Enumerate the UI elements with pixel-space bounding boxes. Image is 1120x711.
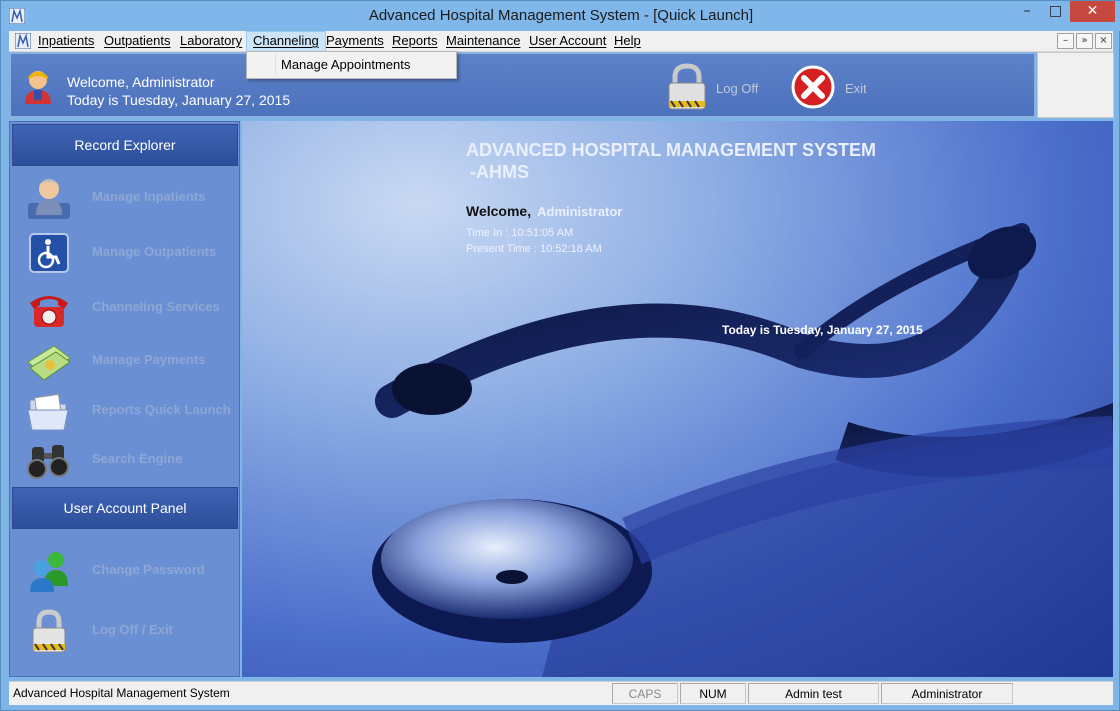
- sidebar-item-search-engine[interactable]: Search Engine: [22, 435, 238, 485]
- sidebar-item-manage-inpatients[interactable]: Manage Inpatients: [22, 173, 238, 223]
- header-date-text: Today is Tuesday, January 27, 2015: [67, 92, 291, 108]
- menu-help[interactable]: Help: [608, 31, 647, 52]
- sidebar-item-reports-quick-launch[interactable]: Reports Quick Launch: [22, 386, 238, 436]
- sidebar-item-channeling-services[interactable]: Channeling Services: [22, 283, 238, 333]
- sidebar-item-label: Manage Payments: [92, 352, 206, 367]
- sidebar-item-label: Channeling Services: [92, 299, 220, 314]
- main-date-text: Today is Tuesday, January 27, 2015: [722, 323, 923, 337]
- sidebar-item-label: Change Password: [92, 562, 205, 577]
- folder-icon: [27, 393, 69, 431]
- menu-laboratory[interactable]: Laboratory: [174, 31, 248, 52]
- sidebar: Record Explorer Manage Inpatients Manage…: [9, 121, 240, 677]
- binoculars-icon: [27, 445, 69, 479]
- status-app-name: Advanced Hospital Management System: [13, 686, 230, 700]
- menu-outpatients[interactable]: Outpatients: [98, 31, 177, 52]
- status-caps: CAPS: [612, 683, 678, 704]
- status-bar: Advanced Hospital Management System CAPS…: [9, 681, 1113, 705]
- header-side-panel: [1037, 52, 1114, 118]
- sidebar-item-label: Search Engine: [92, 451, 183, 466]
- administrator-avatar-icon: [25, 71, 51, 104]
- window-title: Advanced Hospital Management System - [Q…: [368, 7, 754, 24]
- menu-payments[interactable]: Payments: [320, 31, 390, 52]
- sidebar-item-label: Log Off / Exit: [92, 622, 173, 637]
- mdi-restore-button[interactable]: »: [1076, 33, 1093, 49]
- lock-icon: [32, 609, 66, 653]
- sidebar-item-manage-outpatients[interactable]: Manage Outpatients: [22, 228, 238, 278]
- header-exit-button[interactable]: Exit: [845, 81, 867, 96]
- header-logoff-button[interactable]: Log Off: [716, 81, 758, 96]
- channeling-dropdown: Manage Appointments: [246, 51, 457, 79]
- lock-icon[interactable]: [665, 63, 709, 111]
- sidebar-item-label: Manage Inpatients: [92, 189, 206, 204]
- user-account-panel-header: User Account Panel: [12, 487, 238, 529]
- app-main-title-line1: ADVANCED HOSPITAL MANAGEMENT SYSTEM: [466, 140, 877, 160]
- wheelchair-icon: [29, 233, 69, 273]
- sidebar-item-log-off-exit[interactable]: Log Off / Exit: [22, 606, 238, 656]
- main-welcome: Welcome, Administrator: [466, 203, 622, 219]
- menu-reports[interactable]: Reports: [386, 31, 444, 52]
- header-welcome-text: Welcome, Administrator: [67, 74, 215, 90]
- mdi-close-button[interactable]: ×: [1095, 33, 1112, 49]
- sidebar-item-label: Manage Outpatients: [92, 244, 217, 259]
- main-content: ADVANCED HOSPITAL MANAGEMENT SYSTEM -AHM…: [242, 121, 1113, 677]
- app-main-title-line2: -AHMS: [470, 162, 529, 182]
- telephone-icon: [30, 296, 68, 327]
- menu-maintenance[interactable]: Maintenance: [440, 31, 526, 52]
- stethoscope-background-image: [372, 223, 1113, 677]
- mdi-minimize-button[interactable]: –: [1057, 33, 1074, 49]
- minimize-button[interactable]: –: [1012, 1, 1042, 22]
- sidebar-item-manage-payments[interactable]: Manage Payments: [22, 336, 238, 386]
- status-user: Admin test: [748, 683, 879, 704]
- menu-channeling[interactable]: Channeling: [246, 31, 326, 52]
- menu-bar: Inpatients Outpatients Laboratory Channe…: [9, 31, 1113, 52]
- menu-user-account[interactable]: User Account: [523, 31, 612, 52]
- money-icon: [27, 345, 71, 381]
- app-main-title: ADVANCED HOSPITAL MANAGEMENT SYSTEM -AHM…: [466, 139, 876, 183]
- main-welcome-label: Welcome,: [466, 203, 532, 219]
- menu-item-manage-appointments[interactable]: Manage Appointments: [281, 57, 410, 72]
- app-window: Advanced Hospital Management System - [Q…: [0, 0, 1120, 711]
- users-icon: [30, 552, 68, 592]
- status-num: NUM: [680, 683, 746, 704]
- title-bar: Advanced Hospital Management System - [Q…: [1, 1, 1120, 31]
- status-role: Administrator: [881, 683, 1013, 704]
- patient-icon: [28, 179, 70, 219]
- close-button[interactable]: ✕: [1070, 1, 1115, 22]
- sidebar-item-change-password[interactable]: Change Password: [22, 546, 238, 596]
- record-explorer-header: Record Explorer: [12, 124, 238, 166]
- mdi-document-icon[interactable]: [15, 33, 31, 49]
- sidebar-item-label: Reports Quick Launch: [92, 402, 231, 417]
- present-time-text: Present Time : 10:52:18 AM: [466, 243, 602, 255]
- time-in-text: Time In : 10:51:05 AM: [466, 227, 574, 239]
- dropdown-gutter: [275, 54, 276, 76]
- menu-inpatients[interactable]: Inpatients: [32, 31, 100, 52]
- main-welcome-name: Administrator: [537, 204, 623, 219]
- welcome-header: Welcome, Administrator Today is Tuesday,…: [9, 52, 1036, 118]
- maximize-button[interactable]: □: [1042, 1, 1069, 22]
- exit-icon[interactable]: [791, 65, 835, 109]
